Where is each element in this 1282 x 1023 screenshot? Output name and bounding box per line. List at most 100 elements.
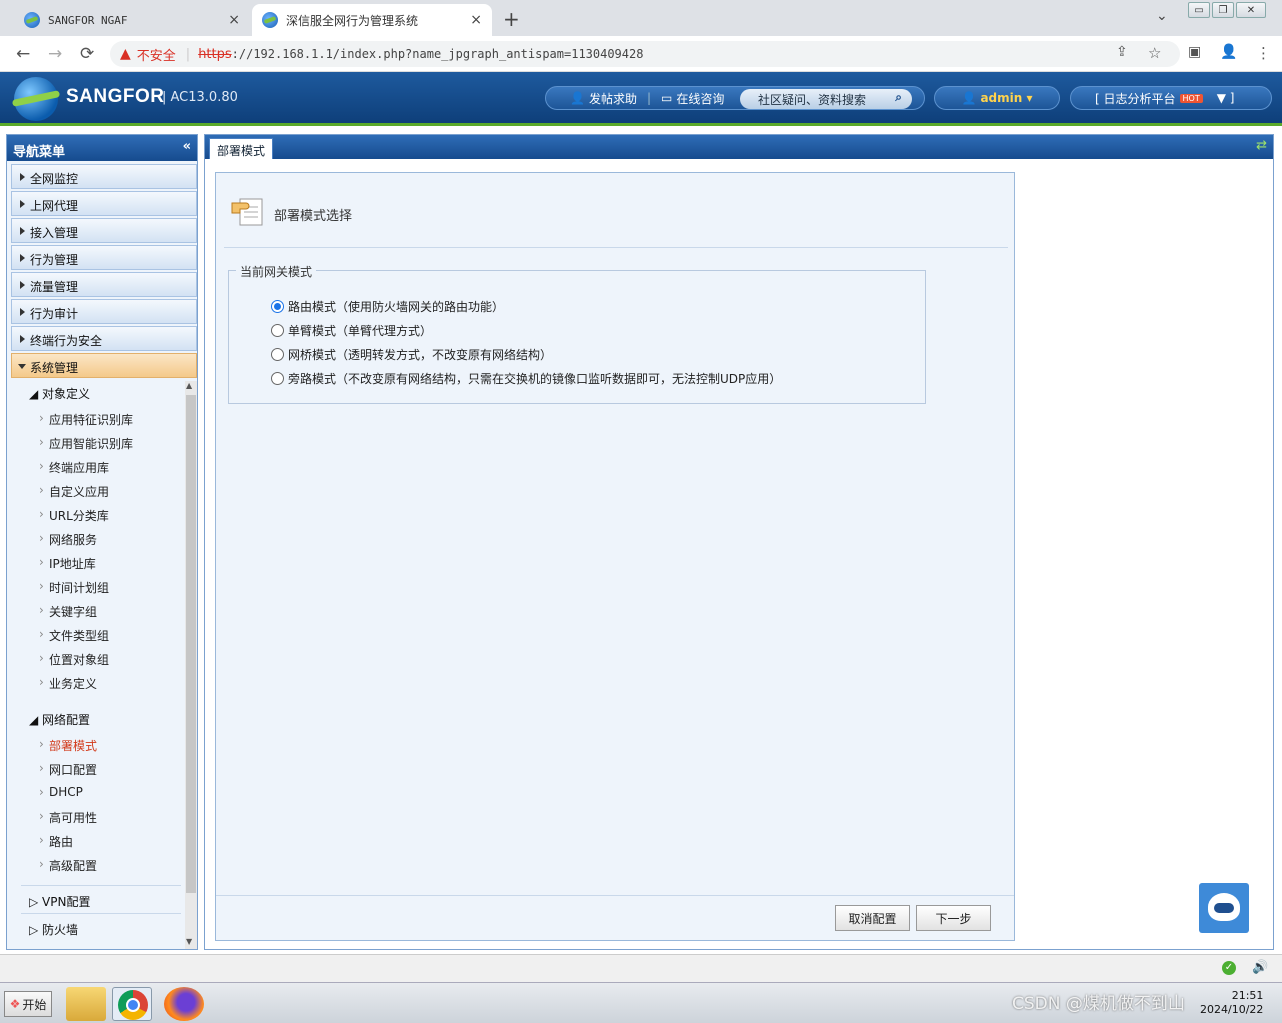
log-platform-menu[interactable]: [ 日志分析平台 HOT ▼ ] (1070, 86, 1272, 110)
search-placeholder: 社区疑问、资料搜索 (758, 92, 867, 107)
menu-behavior[interactable]: 行为管理 (11, 245, 197, 270)
navigation-menu: 导航菜单 « 全网监控 上网代理 接入管理 行为管理 流量管理 行为审计 终端行… (6, 134, 198, 950)
browser-tab-strip: SANGFOR NGAF × 深信服全网行为管理系统 × + ⌄ ▭ ❐ ✕ (0, 0, 1282, 36)
group-vpn[interactable]: ▷ VPN配置 (29, 893, 90, 910)
url-text: ://192.168.1.1/index.php?name_jpgraph_an… (231, 47, 644, 61)
menu-network-monitor[interactable]: 全网监控 (11, 164, 197, 189)
restore-button[interactable]: ❐ (1212, 2, 1234, 18)
app-header: SANGFOR | AC13.0.80 👤 发帖求助 | ▭ 在线咨询 社区疑问… (0, 72, 1282, 126)
menu-audit[interactable]: 行为审计 (11, 299, 197, 324)
mode-option-bypass[interactable]: 旁路模式（不改变原有网络结构，只需在交换机的镜像口监听数据即可，无法控制UDP应… (271, 370, 781, 387)
menu-access[interactable]: 接入管理 (11, 218, 197, 243)
nav-item[interactable]: 终端应用库 (39, 459, 109, 476)
menu-endpoint-security[interactable]: 终端行为安全 (11, 326, 197, 351)
nav-item[interactable]: DHCP (39, 785, 83, 799)
start-button[interactable]: ❖ 开始 (4, 991, 52, 1017)
profile-icon[interactable]: 👤 (1220, 44, 1237, 60)
start-label: 开始 (22, 997, 47, 1012)
nav-item[interactable]: 业务定义 (39, 675, 97, 692)
refresh-icon[interactable]: ⇄ (1256, 138, 1267, 153)
nav-item-deploy-mode[interactable]: 部署模式 (39, 737, 97, 754)
group-label: VPN配置 (42, 895, 91, 909)
group-firewall[interactable]: ▷ 防火墙 (29, 921, 78, 938)
user-name[interactable]: admin ▾ (980, 91, 1032, 105)
nav-scroll-thumb[interactable] (186, 395, 196, 893)
radio-button[interactable] (271, 300, 284, 313)
nav-item[interactable]: 网络服务 (39, 531, 97, 548)
cancel-config-button[interactable]: 取消配置 (835, 905, 910, 931)
divider (216, 895, 1014, 896)
close-tab-icon[interactable]: × (470, 12, 482, 28)
nav-item[interactable]: 高级配置 (39, 857, 97, 874)
nav-item[interactable]: 路由 (39, 833, 73, 850)
mode-option-route[interactable]: 路由模式（使用防火墙网关的路由功能） (271, 298, 504, 315)
scroll-down-icon[interactable]: ▼ (186, 937, 192, 946)
group-label: 对象定义 (42, 387, 91, 401)
chrome-taskbar-button[interactable] (112, 987, 152, 1021)
chrome-icon-center (126, 998, 140, 1012)
radio-button[interactable] (271, 372, 284, 385)
nav-item[interactable]: 自定义应用 (39, 483, 109, 500)
menu-kebab-icon[interactable]: ⋮ (1256, 44, 1271, 62)
ok-check-icon: ✓ (1222, 961, 1236, 975)
nav-item[interactable]: 位置对象组 (39, 651, 109, 668)
assistant-robot-icon[interactable] (1199, 883, 1249, 933)
speaker-icon[interactable]: 🔊 (1252, 960, 1268, 975)
menu-system-management[interactable]: 系统管理 (11, 353, 197, 378)
system-clock[interactable]: 21:51 2024/10/22 (1200, 989, 1263, 1017)
group-object-definition[interactable]: ◢ 对象定义 (29, 385, 90, 402)
nav-item[interactable]: 关键字组 (39, 603, 97, 620)
nav-item[interactable]: 应用智能识别库 (39, 435, 133, 452)
tab-sangfor-ngaf[interactable]: SANGFOR NGAF × (14, 4, 250, 36)
firefox-icon[interactable] (164, 987, 204, 1021)
nav-item[interactable]: 文件类型组 (39, 627, 109, 644)
consult-link[interactable]: 在线咨询 (676, 90, 724, 107)
user-menu[interactable]: 👤 admin ▾ (934, 86, 1060, 110)
bookmark-star-icon[interactable]: ☆ (1148, 44, 1161, 62)
share-icon[interactable]: ⇪ (1116, 44, 1128, 60)
next-step-button[interactable]: 下一步 (916, 905, 991, 931)
nav-item[interactable]: 高可用性 (39, 809, 97, 826)
close-window-button[interactable]: ✕ (1236, 2, 1266, 18)
mode-option-bridge[interactable]: 网桥模式（透明转发方式，不改变原有网络结构） (271, 346, 552, 363)
warning-icon: ▲ (120, 46, 131, 62)
side-panel-icon[interactable]: ▣ (1188, 44, 1201, 60)
nav-item[interactable]: 应用特征识别库 (39, 411, 133, 428)
community-search-input[interactable]: 社区疑问、资料搜索 ⌕ (740, 89, 912, 109)
url-field[interactable]: ▲ 不安全 | https ://192.168.1.1/index.php?n… (110, 41, 1180, 67)
nav-item[interactable]: IP地址库 (39, 555, 96, 572)
help-link[interactable]: 发帖求助 (589, 90, 637, 107)
collapse-icon[interactable]: « (183, 139, 191, 154)
divider (224, 247, 1008, 248)
scroll-up-icon[interactable]: ▲ (186, 381, 192, 390)
nav-title: 导航菜单 « (7, 135, 197, 161)
menu-traffic[interactable]: 流量管理 (11, 272, 197, 297)
radio-button[interactable] (271, 348, 284, 361)
close-tab-icon[interactable]: × (228, 12, 240, 28)
search-icon[interactable]: ⌕ (895, 90, 902, 105)
log-caret-icon[interactable]: ▼ ] (1217, 91, 1235, 105)
tab-search-icon[interactable]: ⌄ (1156, 8, 1168, 24)
log-platform-label[interactable]: [ 日志分析平台 (1095, 90, 1176, 107)
forward-icon[interactable]: → (48, 44, 62, 64)
nav-item[interactable]: URL分类库 (39, 507, 109, 524)
nav-item[interactable]: 时间计划组 (39, 579, 109, 596)
nav-item[interactable]: 网口配置 (39, 761, 97, 778)
file-explorer-icon[interactable] (66, 987, 106, 1021)
tab-behavior-management[interactable]: 深信服全网行为管理系统 × (252, 4, 492, 36)
minimize-button[interactable]: ▭ (1188, 2, 1210, 18)
back-icon[interactable]: ← (16, 44, 30, 64)
separator: | (646, 91, 652, 105)
sangfor-logo-icon (14, 77, 58, 121)
watermark: CSDN @煤机做不到山 (1012, 994, 1185, 1014)
group-network-config[interactable]: ◢ 网络配置 (29, 711, 90, 728)
menu-proxy[interactable]: 上网代理 (11, 191, 197, 216)
new-tab-button[interactable]: + (503, 7, 520, 31)
security-label[interactable]: 不安全 (137, 45, 176, 64)
tab-deploy-mode[interactable]: 部署模式 (209, 138, 274, 159)
mode-option-single-arm[interactable]: 单臂模式（单臂代理方式） (271, 322, 432, 339)
reload-icon[interactable]: ⟳ (80, 44, 94, 64)
radio-button[interactable] (271, 324, 284, 337)
clock-time: 21:51 (1231, 989, 1264, 1002)
brand-name: SANGFOR (66, 86, 165, 107)
